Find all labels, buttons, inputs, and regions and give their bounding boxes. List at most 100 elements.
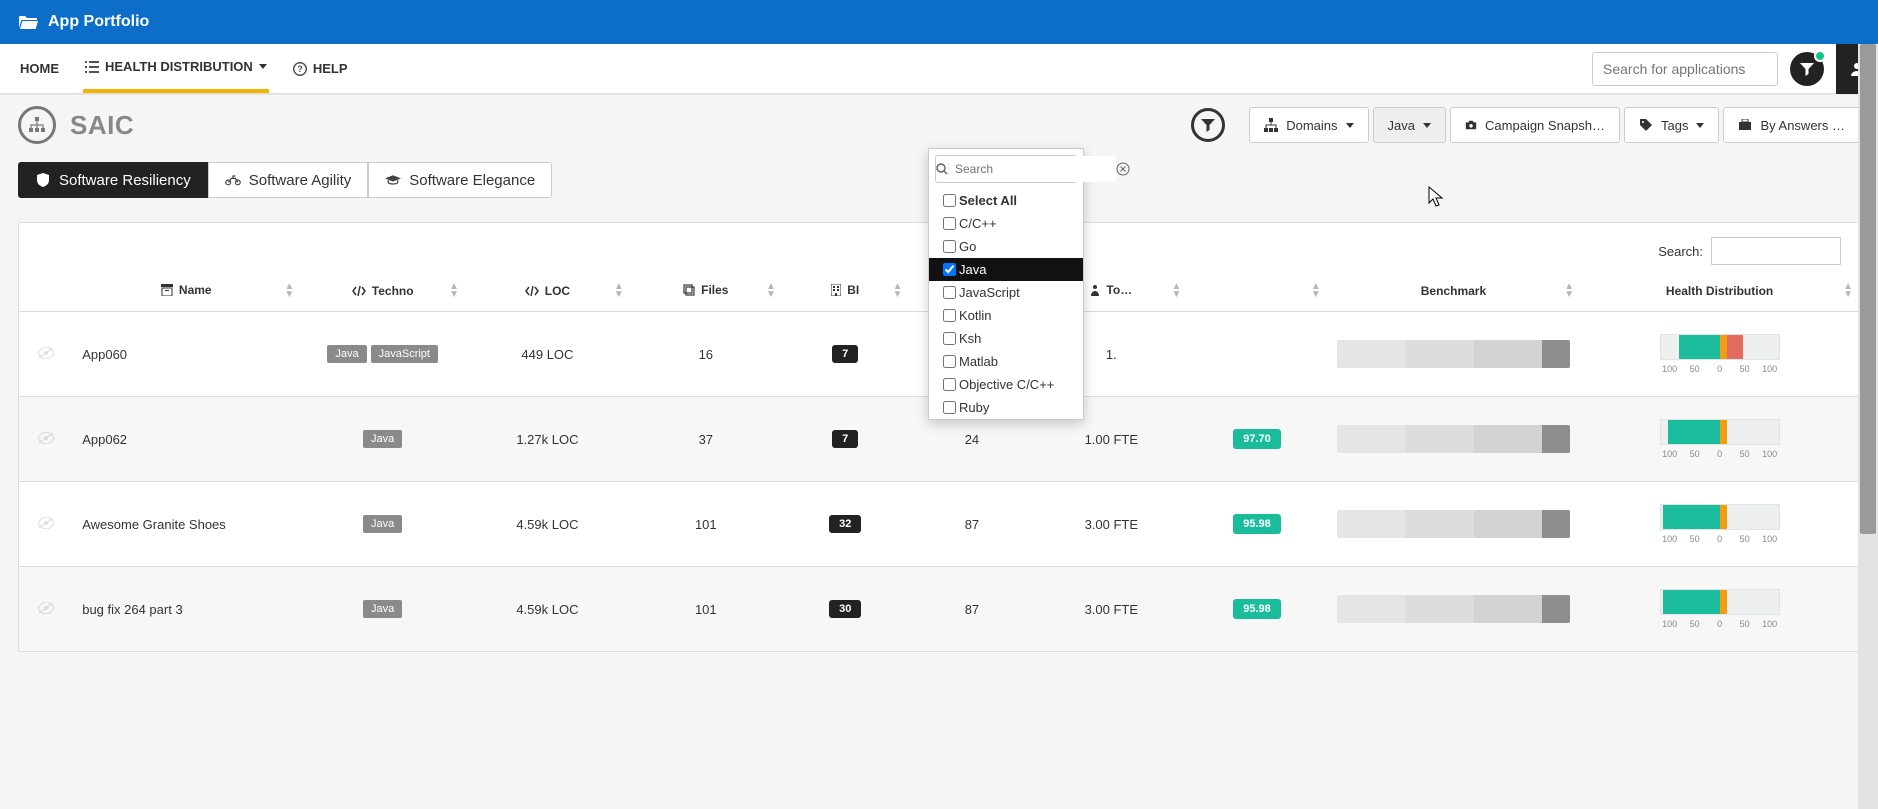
col-name[interactable]: Name▲▼ [72, 271, 300, 312]
filter-techno-button[interactable]: Java [1373, 107, 1446, 143]
hd-bar [1660, 504, 1780, 530]
tab-elegance[interactable]: Software Elegance [368, 162, 552, 198]
global-search-input[interactable] [1592, 52, 1778, 86]
app-titlebar: App Portfolio [0, 0, 1878, 44]
cell-name[interactable]: App062 [72, 397, 300, 482]
cell-techno: Java [300, 397, 465, 482]
dropdown-option[interactable]: C/C++ [929, 212, 1083, 235]
hd-scale-tick: 100 [1660, 449, 1680, 459]
copy-icon [683, 284, 695, 296]
cell-visibility [19, 312, 72, 397]
hd-scale-tick: 0 [1710, 534, 1730, 544]
table-search-input[interactable] [1711, 237, 1841, 265]
cell-name[interactable]: Awesome Granite Shoes [72, 482, 300, 567]
dropdown-option-label: Go [959, 239, 976, 254]
cell-benchmark [1327, 482, 1580, 567]
dropdown-option[interactable]: Ksh [929, 327, 1083, 350]
tech-tag: Java [363, 600, 402, 618]
cell-visibility [19, 482, 72, 567]
dropdown-search-input[interactable] [949, 156, 1116, 182]
visibility-toggle-icon[interactable] [37, 517, 55, 529]
hd-scale-tick: 100 [1660, 619, 1680, 629]
nav-help[interactable]: ? HELP [291, 44, 350, 93]
dropdown-clear-button[interactable] [1116, 157, 1130, 181]
visibility-toggle-icon[interactable] [37, 602, 55, 614]
dropdown-option-checkbox[interactable] [943, 263, 956, 276]
visibility-toggle-icon[interactable] [37, 432, 55, 444]
filter-campaign-button[interactable]: Campaign Snapsh… [1450, 107, 1620, 143]
dropdown-option-checkbox[interactable] [943, 309, 956, 322]
dropdown-option[interactable]: Matlab [929, 350, 1083, 373]
score-badge: 95.98 [1233, 514, 1281, 534]
cell-loc: 4.59k LOC [465, 567, 630, 652]
dropdown-option[interactable]: Java [929, 258, 1083, 281]
filter-tags-button[interactable]: Tags [1624, 107, 1719, 143]
page-scrollbar[interactable] [1858, 44, 1878, 809]
techno-dropdown: Select AllC/C++ Go Java JavaScriptKotlin Ksh… [928, 148, 1084, 420]
cell-health-distribution: 10050050100 [1580, 312, 1859, 397]
shield-icon [35, 172, 51, 188]
dropdown-option-checkbox[interactable] [943, 332, 956, 345]
dropdown-search [935, 155, 1077, 183]
filter-domains-button[interactable]: Domains [1249, 107, 1368, 143]
scrollbar-thumb[interactable] [1860, 44, 1876, 534]
cell-score: 97.70 [1187, 397, 1326, 482]
dropdown-option[interactable]: Objective C/C++ [929, 373, 1083, 396]
visibility-toggle-icon[interactable] [37, 347, 55, 359]
hd-scale-tick: 50 [1685, 619, 1705, 629]
cell-name[interactable]: bug fix 264 part 3 [72, 567, 300, 652]
nav-home[interactable]: HOME [18, 44, 61, 93]
dropdown-option[interactable]: Ruby [929, 396, 1083, 419]
col-files[interactable]: Files▲▼ [630, 271, 782, 312]
dropdown-option-checkbox[interactable] [943, 217, 956, 230]
col-benchmark[interactable]: Benchmark▲▼ [1327, 271, 1580, 312]
dropdown-option-checkbox[interactable] [943, 355, 956, 368]
benchmark-bar [1337, 340, 1570, 368]
cell-score: 95.98 [1187, 567, 1326, 652]
org-icon [18, 106, 56, 144]
filter-toggle-button[interactable] [1191, 108, 1225, 142]
hd-scale-tick: 50 [1735, 364, 1755, 374]
dropdown-option-label: Java [959, 262, 986, 277]
score-badge: 95.98 [1233, 599, 1281, 619]
filter-indicator-button[interactable] [1790, 52, 1824, 86]
nav-health-distribution[interactable]: HEALTH DISTRIBUTION [83, 44, 269, 93]
dropdown-option[interactable]: JavaScript [929, 281, 1083, 304]
col-loc[interactable]: LOC▲▼ [465, 271, 630, 312]
benchmark-bar [1337, 510, 1570, 538]
hd-scale-tick: 100 [1660, 364, 1680, 374]
dropdown-option[interactable]: Select All [929, 189, 1083, 212]
cell-files: 101 [630, 482, 782, 567]
cell-staffing: 3.00 FTE [1035, 567, 1187, 652]
cell-visibility [19, 397, 72, 482]
cell-files: 101 [630, 567, 782, 652]
cell-name[interactable]: App060 [72, 312, 300, 397]
col-health-distribution[interactable]: Health Distribution▲▼ [1580, 271, 1859, 312]
list-icon [85, 60, 99, 74]
funnel-icon [1200, 117, 1216, 133]
dropdown-option-label: Ksh [959, 331, 981, 346]
tech-tag: Java [363, 515, 402, 533]
col-techno[interactable]: Techno▲▼ [300, 271, 465, 312]
col-bi[interactable]: BI▲▼ [782, 271, 909, 312]
bi-badge: 7 [832, 345, 858, 363]
tab-agility[interactable]: Software Agility [208, 162, 369, 198]
close-circle-icon [1116, 162, 1130, 176]
dropdown-option-checkbox[interactable] [943, 194, 956, 207]
dropdown-option[interactable]: Kotlin [929, 304, 1083, 327]
dropdown-option-checkbox[interactable] [943, 240, 956, 253]
cell-bfp: 87 [909, 482, 1036, 567]
col-score[interactable]: ▲▼ [1187, 271, 1326, 312]
chevron-down-icon [1346, 123, 1354, 128]
tab-resiliency[interactable]: Software Resiliency [18, 162, 208, 198]
main-nav: HOME HEALTH DISTRIBUTION ? HELP [0, 44, 1878, 94]
dropdown-option-checkbox[interactable] [943, 378, 956, 391]
filter-answers-button[interactable]: By Answers … [1723, 107, 1860, 143]
cell-score [1187, 312, 1326, 397]
hd-scale-tick: 0 [1710, 619, 1730, 629]
dropdown-option[interactable]: Go [929, 235, 1083, 258]
chevron-down-icon [259, 64, 267, 69]
dropdown-option-checkbox[interactable] [943, 286, 956, 299]
dropdown-option-label: Matlab [959, 354, 998, 369]
dropdown-option-checkbox[interactable] [943, 401, 956, 414]
